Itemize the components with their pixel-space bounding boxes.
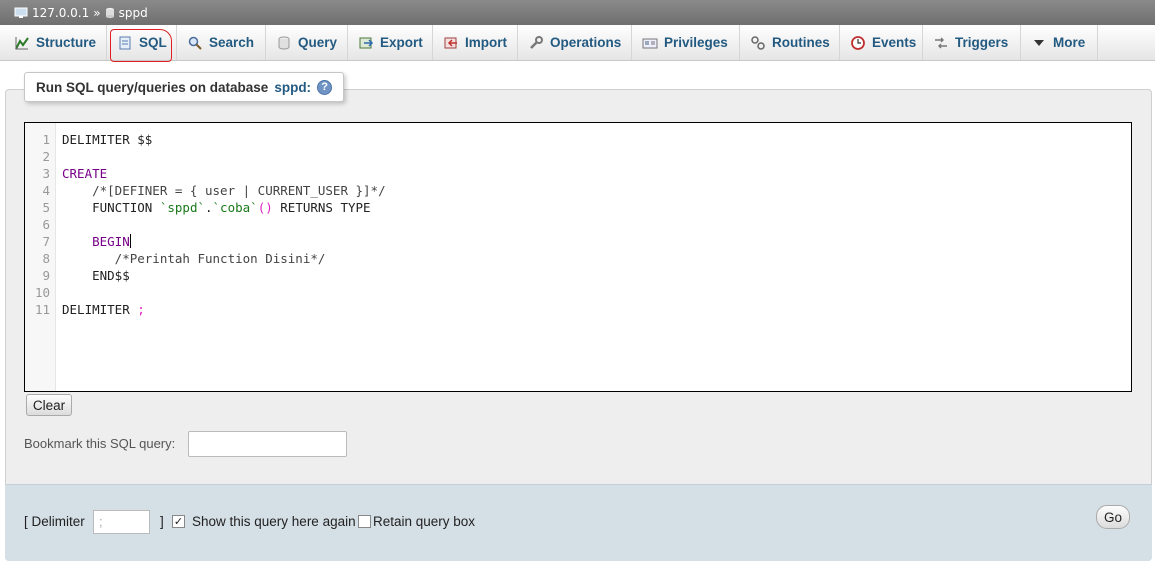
tab-label: SQL bbox=[139, 35, 167, 50]
tab-search[interactable]: Search bbox=[177, 25, 266, 60]
breadcrumb-separator: » bbox=[93, 5, 101, 20]
server-icon bbox=[14, 7, 28, 19]
routines-icon bbox=[750, 35, 766, 51]
delimiter-close-bracket: ] bbox=[160, 514, 164, 529]
code-line: DELIMITER ; bbox=[62, 302, 145, 317]
line-number: 7 bbox=[42, 234, 50, 249]
tab-label: Routines bbox=[772, 35, 830, 50]
code-line: CREATE bbox=[62, 166, 108, 181]
search-icon bbox=[187, 35, 203, 51]
show-query-label: Show this query here again bbox=[192, 514, 356, 529]
query-icon bbox=[276, 35, 292, 51]
line-number: 11 bbox=[34, 302, 50, 317]
help-icon[interactable]: ? bbox=[317, 79, 333, 95]
line-number: 5 bbox=[42, 200, 50, 215]
structure-icon bbox=[14, 35, 30, 51]
clear-button[interactable]: Clear bbox=[26, 394, 72, 416]
breadcrumb-database-label: sppd bbox=[118, 5, 148, 20]
tab-sql[interactable]: SQL bbox=[107, 25, 177, 60]
code-line: /*Perintah Function Disini*/ bbox=[62, 251, 326, 266]
tab-query[interactable]: Query bbox=[266, 25, 348, 60]
delimiter-input[interactable]: ; bbox=[93, 510, 150, 534]
database-icon bbox=[105, 7, 115, 19]
chevron-down-icon bbox=[1031, 35, 1047, 51]
line-number: 1 bbox=[42, 132, 50, 147]
code-line: FUNCTION `sppd`.`coba`() RETURNS TYPE bbox=[62, 200, 371, 215]
show-query-checkbox[interactable]: ✓ bbox=[172, 515, 185, 528]
code-line: BEGIN bbox=[92, 234, 131, 249]
breadcrumb-server-label: 127.0.0.1 bbox=[32, 5, 90, 20]
go-button[interactable]: Go bbox=[1096, 505, 1130, 529]
breadcrumb-server[interactable]: 127.0.0.1 bbox=[14, 6, 89, 20]
line-number: 9 bbox=[42, 268, 50, 283]
tab-label: Export bbox=[380, 35, 423, 50]
export-icon bbox=[358, 35, 374, 51]
legend-prefix: Run SQL query/queries on database bbox=[36, 79, 269, 95]
breadcrumb: 127.0.0.1 » sppd bbox=[0, 0, 1155, 25]
text-cursor bbox=[129, 234, 131, 248]
tab-triggers[interactable]: Triggers bbox=[923, 25, 1021, 60]
retain-query-label: Retain query box bbox=[373, 514, 476, 529]
bookmark-label: Bookmark this SQL query: bbox=[24, 436, 176, 451]
tab-privileges[interactable]: Privileges bbox=[632, 25, 740, 60]
panel-legend: Run SQL query/queries on database sppd: … bbox=[24, 72, 345, 102]
tab-import[interactable]: Import bbox=[433, 25, 518, 60]
tab-label: Operations bbox=[550, 35, 622, 50]
tab-more[interactable]: More bbox=[1021, 25, 1098, 60]
wrench-icon bbox=[528, 35, 544, 51]
tab-label: Query bbox=[298, 35, 338, 50]
sql-icon bbox=[117, 35, 133, 51]
line-number: 8 bbox=[42, 251, 50, 266]
line-number: 6 bbox=[42, 217, 50, 232]
tab-label: Import bbox=[465, 35, 507, 50]
line-number: 10 bbox=[34, 285, 50, 300]
tab-label: Structure bbox=[36, 35, 97, 50]
bookmark-input[interactable] bbox=[188, 431, 347, 457]
tab-export[interactable]: Export bbox=[348, 25, 433, 60]
tab-routines[interactable]: Routines bbox=[740, 25, 840, 60]
import-icon bbox=[443, 35, 459, 51]
sql-editor[interactable]: 1 2 3 4 5 6 7 8 9 10 11 DELIMITER $$ CRE… bbox=[24, 122, 1132, 392]
line-number: 4 bbox=[42, 183, 50, 198]
delimiter-label: [ Delimiter bbox=[24, 514, 85, 529]
line-number-gutter: 1 2 3 4 5 6 7 8 9 10 11 bbox=[25, 123, 56, 391]
code-line: DELIMITER $$ bbox=[62, 132, 153, 147]
code-area[interactable]: DELIMITER $$ CREATE /*[DEFINER = { user … bbox=[56, 123, 1131, 391]
tab-label: Privileges bbox=[664, 35, 728, 50]
code-line: END$$ bbox=[62, 268, 130, 283]
tab-bar: Structure SQL Search Query Export Import… bbox=[0, 25, 1155, 61]
triggers-icon bbox=[933, 35, 949, 51]
tab-label: Events bbox=[872, 35, 917, 50]
tab-operations[interactable]: Operations bbox=[518, 25, 632, 60]
tab-label: Triggers bbox=[955, 35, 1009, 50]
tab-structure[interactable]: Structure bbox=[4, 25, 107, 60]
privileges-icon bbox=[642, 35, 658, 51]
tab-label: More bbox=[1053, 35, 1086, 50]
code-line: /*[DEFINER = { user | CURRENT_USER }]*/ bbox=[62, 183, 386, 198]
line-number: 2 bbox=[42, 149, 50, 164]
retain-query-checkbox[interactable] bbox=[358, 515, 371, 528]
tab-label: Search bbox=[209, 35, 255, 50]
tab-events[interactable]: Events bbox=[840, 25, 923, 60]
line-number: 3 bbox=[42, 166, 50, 181]
legend-database: sppd: bbox=[274, 79, 312, 95]
clock-icon bbox=[850, 35, 866, 51]
breadcrumb-database[interactable]: sppd bbox=[105, 6, 148, 20]
